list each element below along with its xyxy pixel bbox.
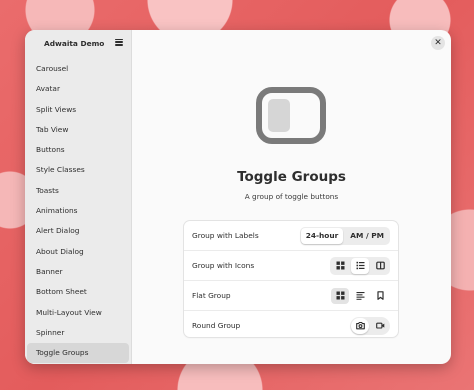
grid-view-icon [336,291,344,300]
sidebar-item-carousel[interactable]: Carousel [27,59,129,79]
toggle-grid-view[interactable] [331,258,349,274]
sidebar-item-tab-view[interactable]: Tab View [27,120,129,140]
sidebar-header: Adwaita Demo [25,30,131,56]
toggle-flat-text[interactable] [351,288,369,304]
sidebar-item-about-dialog[interactable]: About Dialog [27,242,129,262]
toggle-switch-icon [256,87,326,144]
toggle-flat-grid[interactable] [331,287,349,304]
row-label: Group with Icons [192,261,255,270]
labels-toggle-group: 24-hour AM / PM [299,226,390,245]
sidebar-item-avatar[interactable]: Avatar [27,79,129,99]
sidebar-list: Carousel Avatar Split Views Tab View But… [27,59,129,364]
toggle-columns-view[interactable] [371,258,389,274]
sidebar-item-toggle-groups[interactable]: Toggle Groups [27,343,129,364]
text-justify-icon [356,292,364,300]
camera-icon [355,321,365,330]
row-group-with-icons: Group with Icons [184,251,398,281]
close-button[interactable]: ✕ [431,36,445,50]
sidebar-item-spinner[interactable]: Spinner [27,323,129,343]
app-window: Adwaita Demo Carousel Avatar Split Views… [25,30,451,364]
row-label: Flat Group [192,291,231,300]
sidebar-item-toasts[interactable]: Toasts [27,181,129,201]
sidebar-item-buttons[interactable]: Buttons [27,140,129,160]
close-icon: ✕ [434,37,442,48]
toggle-list-view[interactable] [351,257,369,274]
list-view-icon [356,261,364,270]
toggle-video[interactable] [371,318,389,334]
grid-view-icon [336,261,344,270]
sidebar-item-bottom-sheet[interactable]: Bottom Sheet [27,282,129,302]
row-round-group: Round Group [184,311,398,340]
row-label: Round Group [192,321,241,330]
hamburger-menu-icon[interactable] [114,37,124,47]
flat-toggle-group [330,287,390,305]
main-content: ✕ Toggle Groups A group of toggle button… [132,30,451,364]
row-flat-group: Flat Group [184,281,398,311]
columns-view-icon [375,261,385,270]
icons-toggle-group [330,256,390,275]
sidebar-item-animations[interactable]: Animations [27,201,129,221]
toggle-24-hour[interactable]: 24-hour [300,227,344,244]
toggle-flat-bookmark[interactable] [371,288,389,304]
toggle-groups-list: Group with Labels 24-hour AM / PM Group … [184,221,398,337]
app-title: Adwaita Demo [44,39,105,48]
video-camera-icon [375,322,384,329]
toggle-camera[interactable] [351,317,369,334]
page-title: Toggle Groups [237,169,346,185]
sidebar-item-split-views[interactable]: Split Views [27,100,129,120]
sidebar-item-banner[interactable]: Banner [27,262,129,282]
row-group-with-labels: Group with Labels 24-hour AM / PM [184,221,398,251]
sidebar-item-multi-layout-view[interactable]: Multi-Layout View [27,303,129,323]
toggle-am-pm[interactable]: AM / PM [345,228,389,244]
page-subtitle: A group of toggle buttons [244,192,339,201]
round-toggle-group [350,316,390,335]
sidebar: Adwaita Demo Carousel Avatar Split Views… [25,30,132,364]
sidebar-item-style-classes[interactable]: Style Classes [27,160,129,180]
sidebar-item-alert-dialog[interactable]: Alert Dialog [27,221,129,241]
row-label: Group with Labels [192,231,259,240]
bookmark-icon [376,291,384,300]
